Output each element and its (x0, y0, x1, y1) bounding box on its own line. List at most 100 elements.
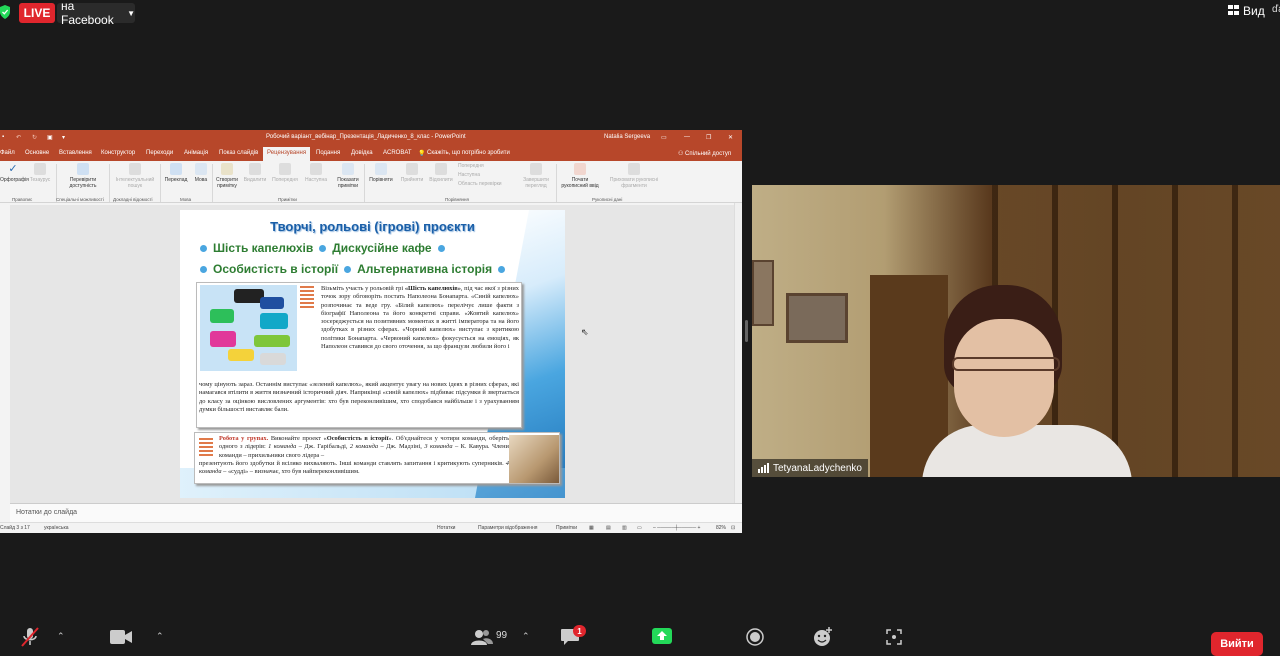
notes-pane[interactable]: Нотатки до слайда (10, 503, 742, 523)
bullet-text: Дискусійне кафе (332, 241, 432, 255)
bullet-icon (200, 265, 207, 273)
save-icon[interactable]: ▪ (2, 134, 4, 140)
leave-button[interactable]: Вийти (1211, 632, 1263, 656)
smart-lookup-icon (129, 163, 141, 175)
participants-button[interactable] (471, 629, 493, 650)
video-button[interactable] (110, 630, 132, 649)
compare-button[interactable]: Порівняти (366, 163, 396, 183)
participants-count: 99 (496, 630, 508, 641)
text-fragment-italic: 2 команда (349, 443, 379, 451)
slide-canvas[interactable]: Творчі, рольові (ігрові) проєкти Шість к… (180, 210, 565, 498)
tab-help[interactable]: Довідка (351, 150, 373, 156)
tab-insert[interactable]: Вставлення (59, 150, 92, 156)
ribbon-options-icon[interactable]: ▭ (661, 134, 667, 141)
share-screen-button[interactable] (652, 628, 672, 649)
check-accessibility-button[interactable]: Перевірити доступність (60, 163, 106, 189)
slide-scrollbar[interactable] (734, 203, 742, 503)
yellow-hat (228, 349, 254, 361)
mute-button[interactable] (20, 626, 40, 653)
slide-counter: Слайд 3 з 17 (0, 525, 30, 531)
zoom-level[interactable]: 82% (716, 525, 726, 531)
review-pane-toggle[interactable]: Область перевірки (458, 181, 518, 187)
tell-me-box[interactable]: Скажіть, що потрібно зробити (427, 150, 510, 156)
new-comment-button[interactable]: Створити примітку (213, 163, 241, 189)
six-hats-textbox[interactable]: Візьміть участь у рольовій грі «Шість ка… (196, 282, 522, 428)
start-inking-button[interactable]: Почати рукописний ввід (558, 163, 602, 189)
fit-slide-icon[interactable]: ⊡ (731, 525, 735, 531)
live-badge[interactable]: LIVE (19, 3, 55, 23)
tab-acrobat[interactable]: ACROBAT (383, 150, 412, 156)
next-comment-button[interactable]: Наступна (301, 163, 331, 183)
reading-view-icon[interactable]: ▥ (622, 525, 627, 531)
close-icon[interactable]: ✕ (728, 134, 733, 141)
new-comment-label: Створити примітку (216, 177, 238, 189)
text-fragment-bold: Особистість в історії (326, 435, 389, 442)
show-comments-icon (342, 163, 354, 175)
normal-view-icon[interactable]: ▦ (589, 525, 594, 531)
record-button[interactable] (746, 628, 764, 651)
tab-review[interactable]: Рецензування (263, 147, 311, 161)
split-resize-handle[interactable] (745, 320, 748, 342)
slideshow-icon[interactable]: ▣ (47, 134, 53, 141)
display-settings-button[interactable]: Параметри відображення (478, 525, 538, 531)
view-button[interactable]: Вид (1228, 3, 1265, 19)
slide-sorter-icon[interactable]: ▤ (606, 525, 611, 531)
tab-view[interactable]: Подання (316, 150, 340, 156)
expand-icon (886, 629, 902, 649)
reject-icon (435, 163, 447, 175)
group-label-comments: Примітки (278, 197, 297, 202)
qat-customize-icon[interactable]: ▾ (62, 134, 65, 141)
undo-icon[interactable]: ↶ (16, 134, 21, 141)
show-comments-button[interactable]: Показати примітки (333, 163, 363, 189)
language-button[interactable]: Мова (190, 163, 212, 183)
apps-button[interactable] (886, 629, 902, 650)
group-work-textbox[interactable]: Робота у групах. Виконайте проект «Особи… (194, 432, 560, 484)
notes-toggle[interactable]: Нотатки (437, 525, 455, 531)
translate-button[interactable]: Переклад (162, 163, 190, 183)
spelling-button[interactable]: ✓ Орфографія (0, 163, 29, 183)
share-button[interactable]: ⚇ Спільний доступ (678, 150, 731, 157)
previous-change-button[interactable]: Попередня (458, 163, 518, 169)
tab-slideshow[interactable]: Показ слайдів (219, 150, 258, 156)
smart-lookup-button[interactable]: Інтелектуальний пошук (112, 163, 158, 189)
participant-name-tag: TetyanaLadychenko (752, 459, 868, 477)
tab-animations[interactable]: Анімація (184, 150, 208, 156)
chevron-up-icon[interactable]: ⌃ (57, 631, 65, 642)
end-review-button[interactable]: Завершити перегляд (519, 163, 553, 189)
bullet-icon (319, 244, 327, 252)
ribbon-divider (109, 164, 110, 202)
reject-button[interactable]: Відхилити (427, 163, 455, 183)
live-destination-dropdown[interactable]: на Facebook ▼ (57, 0, 135, 27)
next-change-button[interactable]: Наступна (458, 172, 518, 178)
reactions-button[interactable] (813, 627, 833, 652)
language-indicator[interactable]: українська (44, 525, 69, 531)
redo-icon[interactable]: ↻ (32, 134, 37, 141)
chat-unread-badge: 1 (573, 625, 586, 637)
minimize-icon[interactable]: — (684, 134, 690, 140)
slideshow-view-icon[interactable]: ▭ (637, 525, 642, 531)
chevron-up-icon[interactable]: ⌃ (156, 631, 164, 642)
tab-home[interactable]: Основне (25, 150, 49, 156)
slide-bullet-row: Шість капелюхів Дискусійне кафе (200, 241, 445, 255)
restore-icon[interactable]: ❐ (706, 134, 711, 141)
language-icon (195, 163, 207, 175)
tab-transitions[interactable]: Переходи (146, 150, 173, 156)
chevron-up-icon[interactable]: ⌃ (522, 631, 530, 642)
comments-toggle[interactable]: Примітки (556, 525, 577, 531)
record-icon (746, 628, 764, 650)
pen-icon (574, 163, 586, 175)
change-nav-group: Попередня Наступна Область перевірки (458, 163, 518, 187)
delete-comment-button[interactable]: Видалити (241, 163, 269, 183)
ppt-user-name[interactable]: Natalia Sergeeva (604, 134, 650, 140)
lightbulb-icon: 💡 (418, 151, 426, 157)
accept-button[interactable]: Прийняти (397, 163, 427, 183)
thesaurus-button[interactable]: Тезаурус (26, 163, 54, 183)
blue-hat (260, 297, 284, 309)
tab-file[interactable]: Файл (0, 150, 15, 156)
students-photo (509, 435, 559, 483)
tab-design[interactable]: Конструктор (101, 150, 135, 156)
participant-video-tile[interactable]: TetyanaLadychenko (752, 185, 1280, 477)
previous-comment-button[interactable]: Попередня (270, 163, 300, 183)
zoom-slider[interactable]: – ─────┼───── + (653, 525, 700, 531)
hide-ink-button[interactable]: Приховати рукописні фрагменти (604, 163, 664, 189)
